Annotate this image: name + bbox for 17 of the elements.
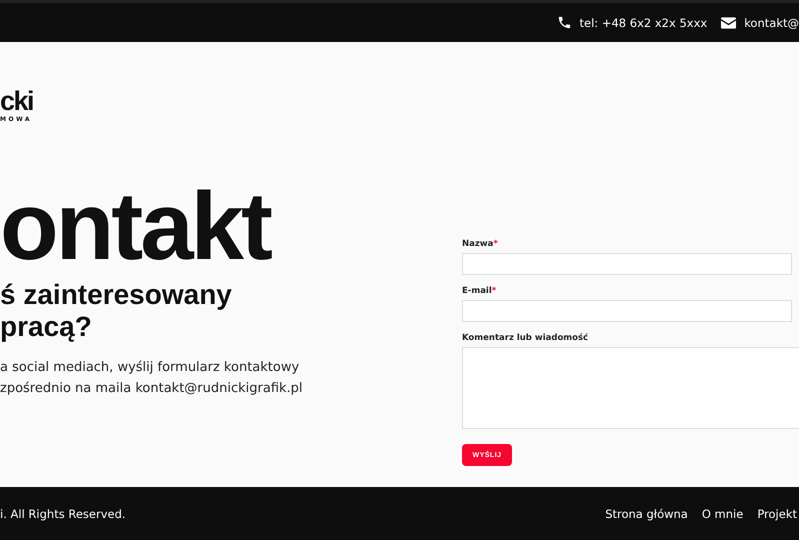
footer-link[interactable]: Strona główna	[605, 506, 688, 520]
page-heading: ontakt	[0, 185, 272, 269]
field-label: Komentarz lub wiadomość	[462, 333, 590, 343]
intro-text: a social mediach, wyślij formularz kontaktowy zpośrednio na maila kontakt@rudnickigrafik.pl	[0, 359, 304, 398]
subheading: ś zainteresowany pracą?	[0, 279, 233, 343]
email-address[interactable]: kontakt@	[744, 16, 799, 30]
field-label: Nazwa*	[462, 239, 499, 249]
input-field[interactable]	[462, 300, 792, 322]
phone-icon	[556, 15, 572, 30]
footer-link[interactable]: O mnie	[702, 506, 744, 520]
phone-number[interactable]: tel: +48 6x2 x2x 5xxx	[580, 16, 708, 30]
input-field[interactable]	[462, 253, 792, 275]
copyright-text: i. All Rights Reserved.	[0, 506, 126, 520]
field-label: E-mail*	[462, 286, 498, 296]
footer-link[interactable]: Projekt	[757, 506, 797, 520]
envelope-icon	[721, 16, 736, 28]
message-field[interactable]	[462, 347, 799, 429]
